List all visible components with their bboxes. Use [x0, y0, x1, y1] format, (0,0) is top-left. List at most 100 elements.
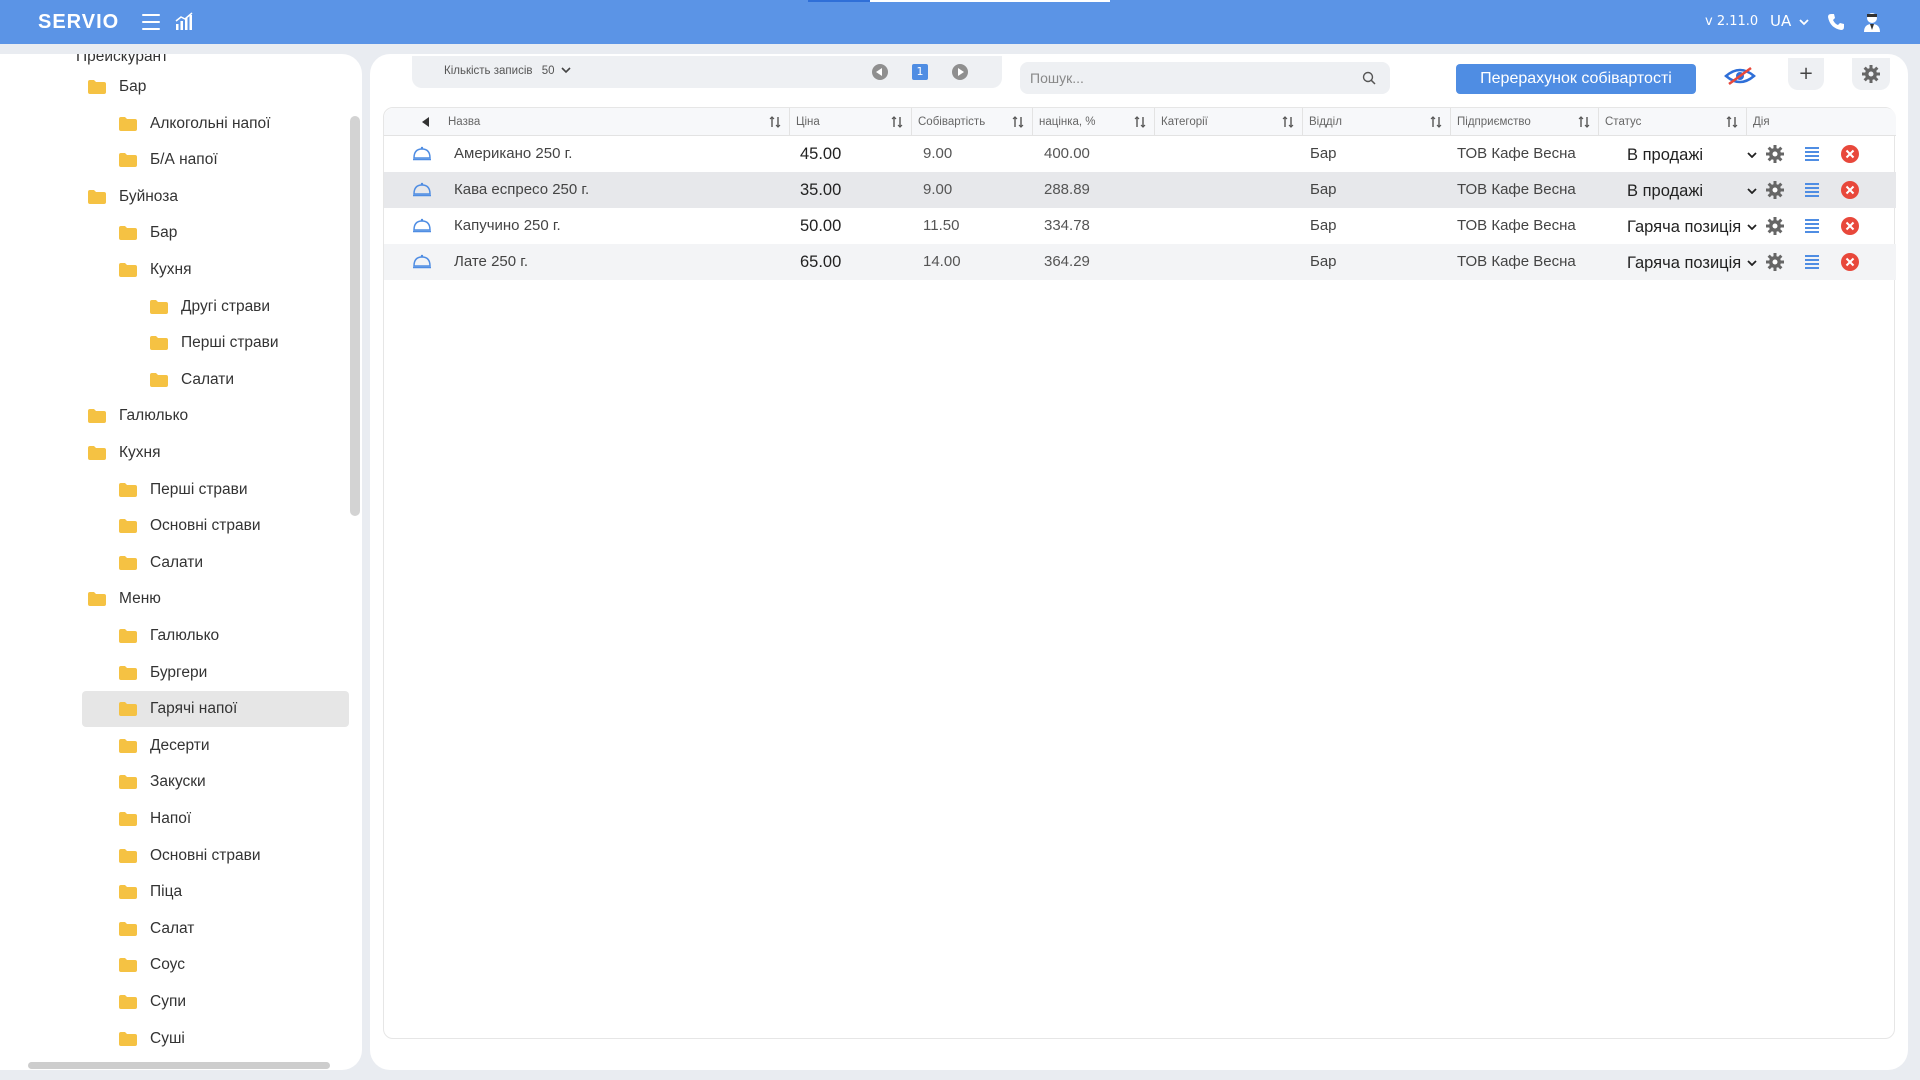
next-page-button[interactable] — [952, 64, 968, 80]
sidebar-folder-item[interactable]: Бар — [119, 215, 177, 251]
status-select[interactable]: В продажі — [1627, 142, 1757, 168]
status-select[interactable]: Гаряча позиція — [1627, 250, 1757, 276]
search-icon[interactable] — [1362, 71, 1376, 85]
sidebar-folder-item[interactable]: Закуски — [119, 764, 206, 800]
search-input[interactable] — [1030, 67, 1350, 89]
sidebar-folder-item[interactable]: Алкогольні напої — [119, 106, 270, 142]
table-settings-button[interactable] — [1852, 58, 1890, 90]
add-item-button[interactable]: + — [1788, 58, 1824, 90]
horizontal-scrollbar[interactable] — [28, 1062, 330, 1069]
gear-icon[interactable] — [1765, 252, 1785, 272]
list-details-icon[interactable] — [1802, 144, 1822, 164]
gear-icon[interactable] — [1765, 144, 1785, 164]
status-value: Гаряча позиція — [1627, 218, 1742, 236]
sidebar-folder-item[interactable]: Салат — [119, 911, 194, 947]
folder-icon — [119, 519, 137, 534]
sort-icon[interactable] — [1578, 116, 1590, 128]
sidebar-folder-item[interactable]: Салати — [150, 362, 234, 398]
current-page-button[interactable]: 1 — [912, 64, 928, 80]
column-header[interactable]: Підприємство — [1451, 108, 1599, 136]
sidebar-folder-item[interactable]: Основні страви — [119, 838, 261, 874]
folder-icon — [119, 665, 137, 680]
sidebar-item-label: Основні страви — [150, 846, 261, 864]
sidebar-folder-item[interactable]: Галюлько — [119, 618, 219, 654]
sort-icon[interactable] — [1134, 116, 1146, 128]
analytics-chart-icon[interactable] — [174, 12, 194, 32]
column-header[interactable]: Категорії — [1155, 108, 1303, 136]
sidebar-item-label: Буйноза — [119, 187, 178, 205]
app-logo[interactable]: SERVIO — [38, 11, 119, 34]
chevron-down-icon — [1799, 19, 1809, 26]
sidebar-folder-item[interactable]: Напої — [119, 801, 191, 837]
hide-visibility-icon[interactable] — [1724, 64, 1756, 88]
sidebar-folder-item[interactable]: Буйноза — [88, 179, 178, 215]
delete-icon[interactable] — [1840, 252, 1860, 272]
sort-icon[interactable] — [1430, 116, 1442, 128]
sort-icon[interactable] — [891, 116, 903, 128]
collapse-panel-icon[interactable] — [422, 117, 429, 127]
sort-icon[interactable] — [1282, 116, 1294, 128]
sort-icon[interactable] — [1012, 116, 1024, 128]
column-header[interactable]: Відділ — [1303, 108, 1451, 136]
sort-icon[interactable] — [1726, 116, 1738, 128]
folder-icon — [119, 775, 137, 790]
gear-icon — [1862, 65, 1880, 83]
sidebar-folder-item[interactable]: Бар — [88, 69, 146, 105]
column-header[interactable]: Назва — [442, 108, 790, 136]
delete-icon[interactable] — [1840, 216, 1860, 236]
delete-icon[interactable] — [1840, 144, 1860, 164]
sidebar-folder-item[interactable]: Кухня — [119, 252, 191, 288]
column-header[interactable]: Статус — [1599, 108, 1747, 136]
item-name: Капучино 250 г. — [454, 217, 561, 234]
column-header-label: націнка, % — [1039, 116, 1096, 128]
language-selector[interactable]: UA — [1770, 12, 1809, 30]
page-size-selector[interactable]: Кількість записів 50 — [444, 65, 571, 77]
gear-icon[interactable] — [1765, 180, 1785, 200]
table-row[interactable]: Кава еспресо 250 г. 35.00 9.00 288.89 Бар ТОВ… — [384, 172, 1896, 208]
column-header[interactable]: Ціна — [790, 108, 912, 136]
folder-icon — [119, 1031, 137, 1046]
gear-icon[interactable] — [1765, 216, 1785, 236]
sidebar-folder-item[interactable]: Бургери — [119, 655, 207, 691]
sidebar-folder-item[interactable]: Основні страви — [119, 508, 261, 544]
table-row[interactable]: Американо 250 г. 45.00 9.00 400.00 Бар ТОВ Ка… — [384, 136, 1896, 172]
sidebar-folder-item[interactable]: Соус — [119, 947, 185, 983]
sidebar-folder-item[interactable]: Кухня — [88, 435, 160, 471]
phone-icon[interactable] — [1826, 12, 1846, 32]
recalculate-cost-button[interactable]: Перерахунок собівартості — [1456, 64, 1696, 94]
list-details-icon[interactable] — [1802, 180, 1822, 200]
sidebar-folder-item[interactable]: Галюлько — [88, 398, 188, 434]
column-header[interactable]: націнка, % — [1033, 108, 1155, 136]
status-select[interactable]: В продажі — [1627, 178, 1757, 204]
tree-root-label[interactable]: Прейскурант — [76, 54, 168, 66]
sidebar-folder-item[interactable]: Перші страви — [119, 472, 248, 508]
column-header-label: Собівартість — [918, 116, 986, 128]
folder-icon — [88, 592, 106, 607]
sidebar-item-label: Закуски — [150, 773, 206, 791]
sidebar-folder-item[interactable]: Піца — [119, 874, 182, 910]
table-row[interactable]: Капучино 250 г. 50.00 11.50 334.78 Бар ТОВ Ка… — [384, 208, 1896, 244]
table-row[interactable]: Лате 250 г. 65.00 14.00 364.29 Бар ТОВ Кафе В… — [384, 244, 1896, 280]
hamburger-menu-icon[interactable] — [142, 14, 160, 30]
delete-icon[interactable] — [1840, 180, 1860, 200]
list-details-icon[interactable] — [1802, 216, 1822, 236]
sidebar-folder-item[interactable]: Супи — [119, 984, 186, 1020]
sidebar-folder-item[interactable]: Б/А напої — [119, 142, 218, 178]
column-header[interactable]: Дія — [1747, 108, 1896, 136]
previous-page-button[interactable] — [872, 64, 888, 80]
sidebar-folder-item[interactable]: Гарячі напої — [82, 691, 349, 728]
user-avatar-icon[interactable] — [1862, 11, 1882, 33]
sidebar-folder-item[interactable]: Меню — [88, 581, 161, 617]
status-select[interactable]: Гаряча позиція — [1627, 214, 1757, 240]
price-list-table: Назва Ціна Собівартість націнка, % Категорії… — [383, 107, 1896, 1039]
sort-icon[interactable] — [769, 116, 781, 128]
vertical-scrollbar[interactable] — [350, 116, 360, 516]
sidebar-folder-item[interactable]: Десерти — [119, 728, 210, 764]
sidebar-folder-item[interactable]: Другі страви — [150, 289, 270, 325]
sidebar-folder-item[interactable]: Суші — [119, 1021, 185, 1057]
sidebar-folder-item[interactable]: Перші страви — [150, 325, 279, 361]
column-header[interactable]: Собівартість — [912, 108, 1033, 136]
list-details-icon[interactable] — [1802, 252, 1822, 272]
dish-cloche-icon — [413, 218, 431, 233]
sidebar-folder-item[interactable]: Салати — [119, 545, 203, 581]
